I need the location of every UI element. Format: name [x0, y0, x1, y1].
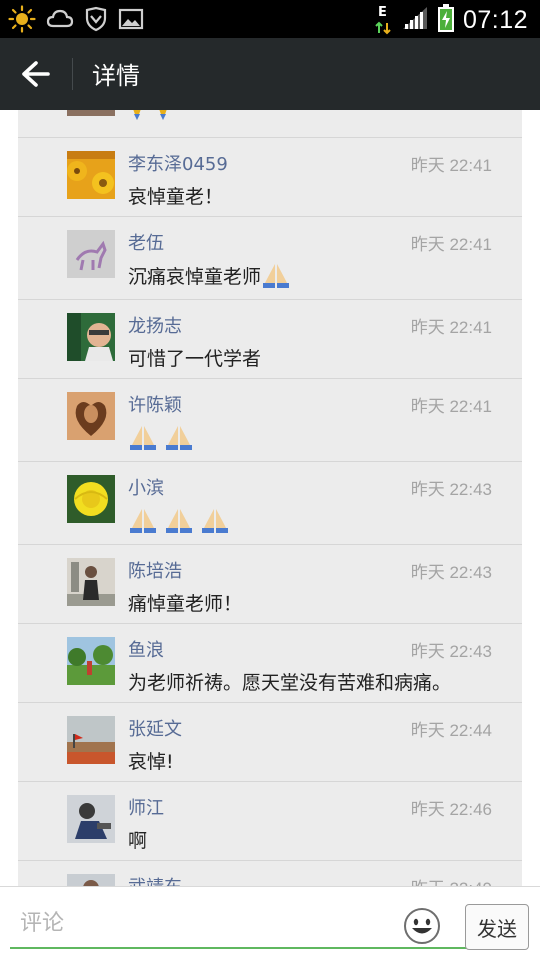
commenter-name[interactable]: 武靖东 — [128, 873, 182, 886]
pray-emoji-icon — [166, 426, 192, 450]
avatar[interactable] — [67, 795, 115, 843]
avatar[interactable] — [67, 637, 115, 685]
comment-text: 啊 — [128, 830, 148, 852]
avatar[interactable] — [67, 874, 115, 886]
commenter-name[interactable]: 许陈颖 — [128, 391, 182, 417]
commenter-name[interactable]: 龙扬志 — [128, 312, 182, 338]
avatar[interactable] — [67, 475, 115, 523]
arrow-left-icon — [22, 61, 50, 87]
avatar[interactable] — [67, 151, 115, 199]
sun-icon — [8, 5, 36, 33]
battery-charging-icon — [437, 3, 455, 37]
comment-time: 昨天 22:46 — [410, 800, 492, 819]
pray-emoji-icon — [263, 264, 290, 288]
comment-time: 昨天 22:41 — [410, 318, 492, 337]
comment-time: 昨天 22:44 — [410, 721, 492, 740]
pray-emoji-icon — [202, 509, 228, 533]
pray-emoji-icon — [130, 509, 156, 533]
comment-text: 可惜了一代学者 — [128, 348, 262, 370]
comments-panel: 李东泽0459 昨天 22:41 哀悼童老！ 老伍 昨天 22:41 沉痛哀悼童… — [18, 110, 522, 886]
comment-row: 鱼浪 昨天 22:43 为老师祈祷。愿天堂没有苦难和病痛。 — [18, 623, 522, 703]
emoji-button[interactable] — [403, 907, 441, 945]
commenter-name[interactable]: 李东泽0459 — [128, 150, 228, 176]
network-type-icon: E — [375, 5, 393, 35]
avatar[interactable] — [67, 558, 115, 606]
image-icon — [118, 7, 144, 31]
smiley-icon — [404, 908, 440, 944]
page-title: 详情 — [92, 62, 140, 90]
comment-time: 昨天 22:41 — [410, 235, 492, 254]
comment-row: 许陈颖 昨天 22:41 — [18, 378, 522, 462]
comment-feed[interactable]: 李东泽0459 昨天 22:41 哀悼童老！ 老伍 昨天 22:41 沉痛哀悼童… — [0, 110, 540, 886]
comment-content: 沉痛哀悼童老师 — [128, 261, 291, 289]
comment-row: 李东泽0459 昨天 22:41 哀悼童老！ — [18, 137, 522, 217]
comment-text: 痛悼童老师！ — [128, 593, 243, 615]
comment-time: 昨天 22:41 — [410, 156, 492, 175]
commenter-name[interactable]: 鱼浪 — [128, 636, 164, 662]
avatar — [67, 110, 115, 116]
comment-row: 小滨 昨天 22:43 — [18, 461, 522, 545]
comment-bar: 发送 — [0, 886, 540, 961]
avatar[interactable] — [67, 392, 115, 440]
commenter-name[interactable]: 张延文 — [128, 715, 182, 741]
avatar[interactable] — [67, 716, 115, 764]
comment-time: 昨天 22:41 — [410, 397, 492, 416]
previous-comment-fragment — [18, 110, 522, 138]
status-bar: E 07:12 — [0, 0, 540, 38]
comment-row: 陈培浩 昨天 22:43 痛悼童老师！ — [18, 544, 522, 624]
comment-row: 武靖东 昨天 22:49 — [18, 860, 522, 886]
comment-time: 昨天 22:43 — [410, 563, 492, 582]
comment-row: 张延文 昨天 22:44 哀悼! — [18, 702, 522, 782]
send-button[interactable]: 发送 — [465, 904, 529, 950]
comment-text: 沉痛哀悼童老师 — [128, 265, 262, 288]
header-divider — [72, 58, 73, 90]
comment-row: 师江 昨天 22:46 啊 — [18, 781, 522, 861]
comment-row: 龙扬志 昨天 22:41 可惜了一代学者 — [18, 299, 522, 379]
commenter-name[interactable]: 师江 — [128, 794, 164, 820]
commenter-name[interactable]: 小滨 — [128, 474, 164, 500]
cloud-icon — [46, 7, 74, 31]
signal-icon — [401, 5, 429, 35]
pray-emoji-fragment — [128, 110, 184, 131]
comment-text: 哀悼! — [128, 751, 174, 773]
comment-time: 昨天 22:43 — [410, 642, 492, 661]
avatar[interactable] — [67, 313, 115, 361]
comment-row: 老伍 昨天 22:41 沉痛哀悼童老师 — [18, 216, 522, 300]
pray-emoji-icon — [130, 426, 156, 450]
network-label: E — [377, 5, 387, 20]
comment-time: 昨天 22:43 — [410, 480, 492, 499]
commenter-name[interactable]: 陈培浩 — [128, 557, 182, 583]
comment-text: 为老师祈祷。愿天堂没有苦难和病痛。 — [128, 672, 452, 694]
comment-time: 昨天 22:49 — [411, 874, 492, 886]
comment-emojis — [128, 423, 194, 451]
status-time: 07:12 — [462, 5, 528, 34]
comment-emojis — [128, 506, 230, 534]
pray-emoji-icon — [166, 509, 192, 533]
back-button[interactable] — [14, 54, 58, 94]
commenter-name[interactable]: 老伍 — [128, 229, 164, 255]
comment-text: 哀悼童老！ — [128, 186, 224, 208]
avatar[interactable] — [67, 230, 115, 278]
top-app-bar: 详情 — [0, 38, 540, 110]
shield-icon — [84, 6, 108, 32]
